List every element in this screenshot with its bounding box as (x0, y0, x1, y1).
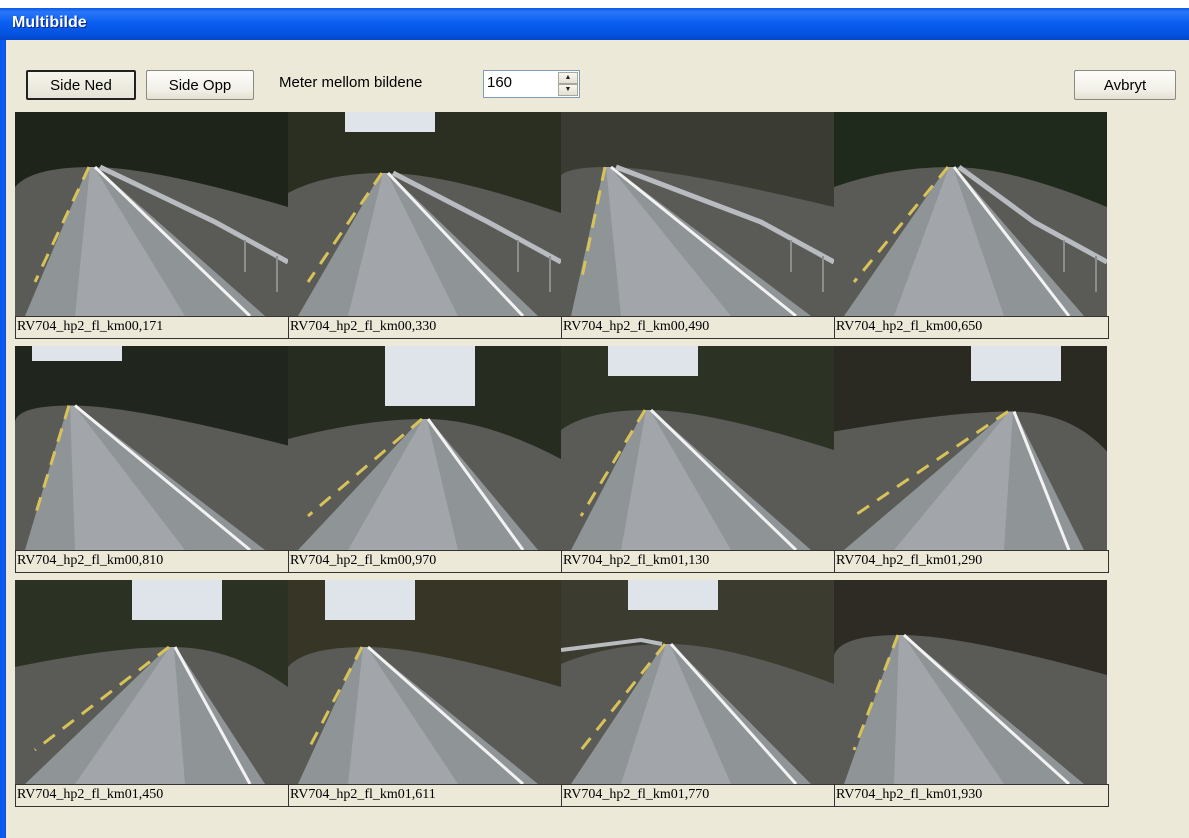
road-photo[interactable] (288, 346, 561, 550)
image-cell[interactable]: RV704_hp2_fl_km01,611 (288, 580, 563, 807)
distance-spinner[interactable]: 160 ▲ ▼ (483, 70, 580, 98)
spin-up-arrow-icon[interactable]: ▲ (558, 72, 578, 84)
road-photo[interactable] (15, 346, 288, 550)
multibilde-window: Multibilde Side Ned Side Opp Meter mello… (0, 8, 1189, 838)
image-caption: RV704_hp2_fl_km01,930 (834, 784, 1109, 807)
road-photo[interactable] (15, 580, 288, 784)
image-caption: RV704_hp2_fl_km00,970 (288, 550, 563, 573)
image-cell[interactable]: RV704_hp2_fl_km01,130 (561, 346, 836, 573)
image-caption: RV704_hp2_fl_km01,770 (561, 784, 836, 807)
spin-down-arrow-icon[interactable]: ▼ (558, 84, 578, 96)
image-caption: RV704_hp2_fl_km00,490 (561, 316, 836, 339)
road-photo[interactable] (561, 112, 834, 316)
road-photo[interactable] (834, 580, 1107, 784)
road-photo[interactable] (15, 112, 288, 316)
background-strip (0, 0, 1189, 8)
image-cell[interactable]: RV704_hp2_fl_km00,970 (288, 346, 563, 573)
window-border (0, 40, 6, 838)
image-cell[interactable]: RV704_hp2_fl_km00,171 (15, 112, 290, 339)
page-up-button[interactable]: Side Opp (146, 70, 254, 100)
road-photo[interactable] (561, 580, 834, 784)
image-cell[interactable]: RV704_hp2_fl_km00,330 (288, 112, 563, 339)
image-cell[interactable]: RV704_hp2_fl_km01,770 (561, 580, 836, 807)
spinner-buttons: ▲ ▼ (558, 72, 578, 96)
image-cell[interactable]: RV704_hp2_fl_km00,810 (15, 346, 290, 573)
title-bar[interactable]: Multibilde (0, 8, 1189, 40)
road-photo[interactable] (561, 346, 834, 550)
image-cell[interactable]: RV704_hp2_fl_km00,490 (561, 112, 836, 339)
image-caption: RV704_hp2_fl_km01,611 (288, 784, 563, 807)
road-photo[interactable] (834, 112, 1107, 316)
distance-value[interactable]: 160 (487, 74, 512, 91)
cancel-button[interactable]: Avbryt (1074, 70, 1176, 100)
image-caption: RV704_hp2_fl_km01,290 (834, 550, 1109, 573)
image-caption: RV704_hp2_fl_km00,171 (15, 316, 290, 339)
distance-label: Meter mellom bildene (279, 74, 423, 91)
road-photo[interactable] (288, 580, 561, 784)
image-cell[interactable]: RV704_hp2_fl_km00,650 (834, 112, 1109, 339)
image-caption: RV704_hp2_fl_km00,650 (834, 316, 1109, 339)
image-cell[interactable]: RV704_hp2_fl_km01,290 (834, 346, 1109, 573)
image-caption: RV704_hp2_fl_km00,330 (288, 316, 563, 339)
road-photo[interactable] (288, 112, 561, 316)
window-title: Multibilde (12, 14, 87, 31)
image-cell[interactable]: RV704_hp2_fl_km01,930 (834, 580, 1109, 807)
image-caption: RV704_hp2_fl_km01,130 (561, 550, 836, 573)
road-photo[interactable] (834, 346, 1107, 550)
image-caption: RV704_hp2_fl_km00,810 (15, 550, 290, 573)
page-down-button[interactable]: Side Ned (26, 70, 136, 100)
image-cell[interactable]: RV704_hp2_fl_km01,450 (15, 580, 290, 807)
image-caption: RV704_hp2_fl_km01,450 (15, 784, 290, 807)
